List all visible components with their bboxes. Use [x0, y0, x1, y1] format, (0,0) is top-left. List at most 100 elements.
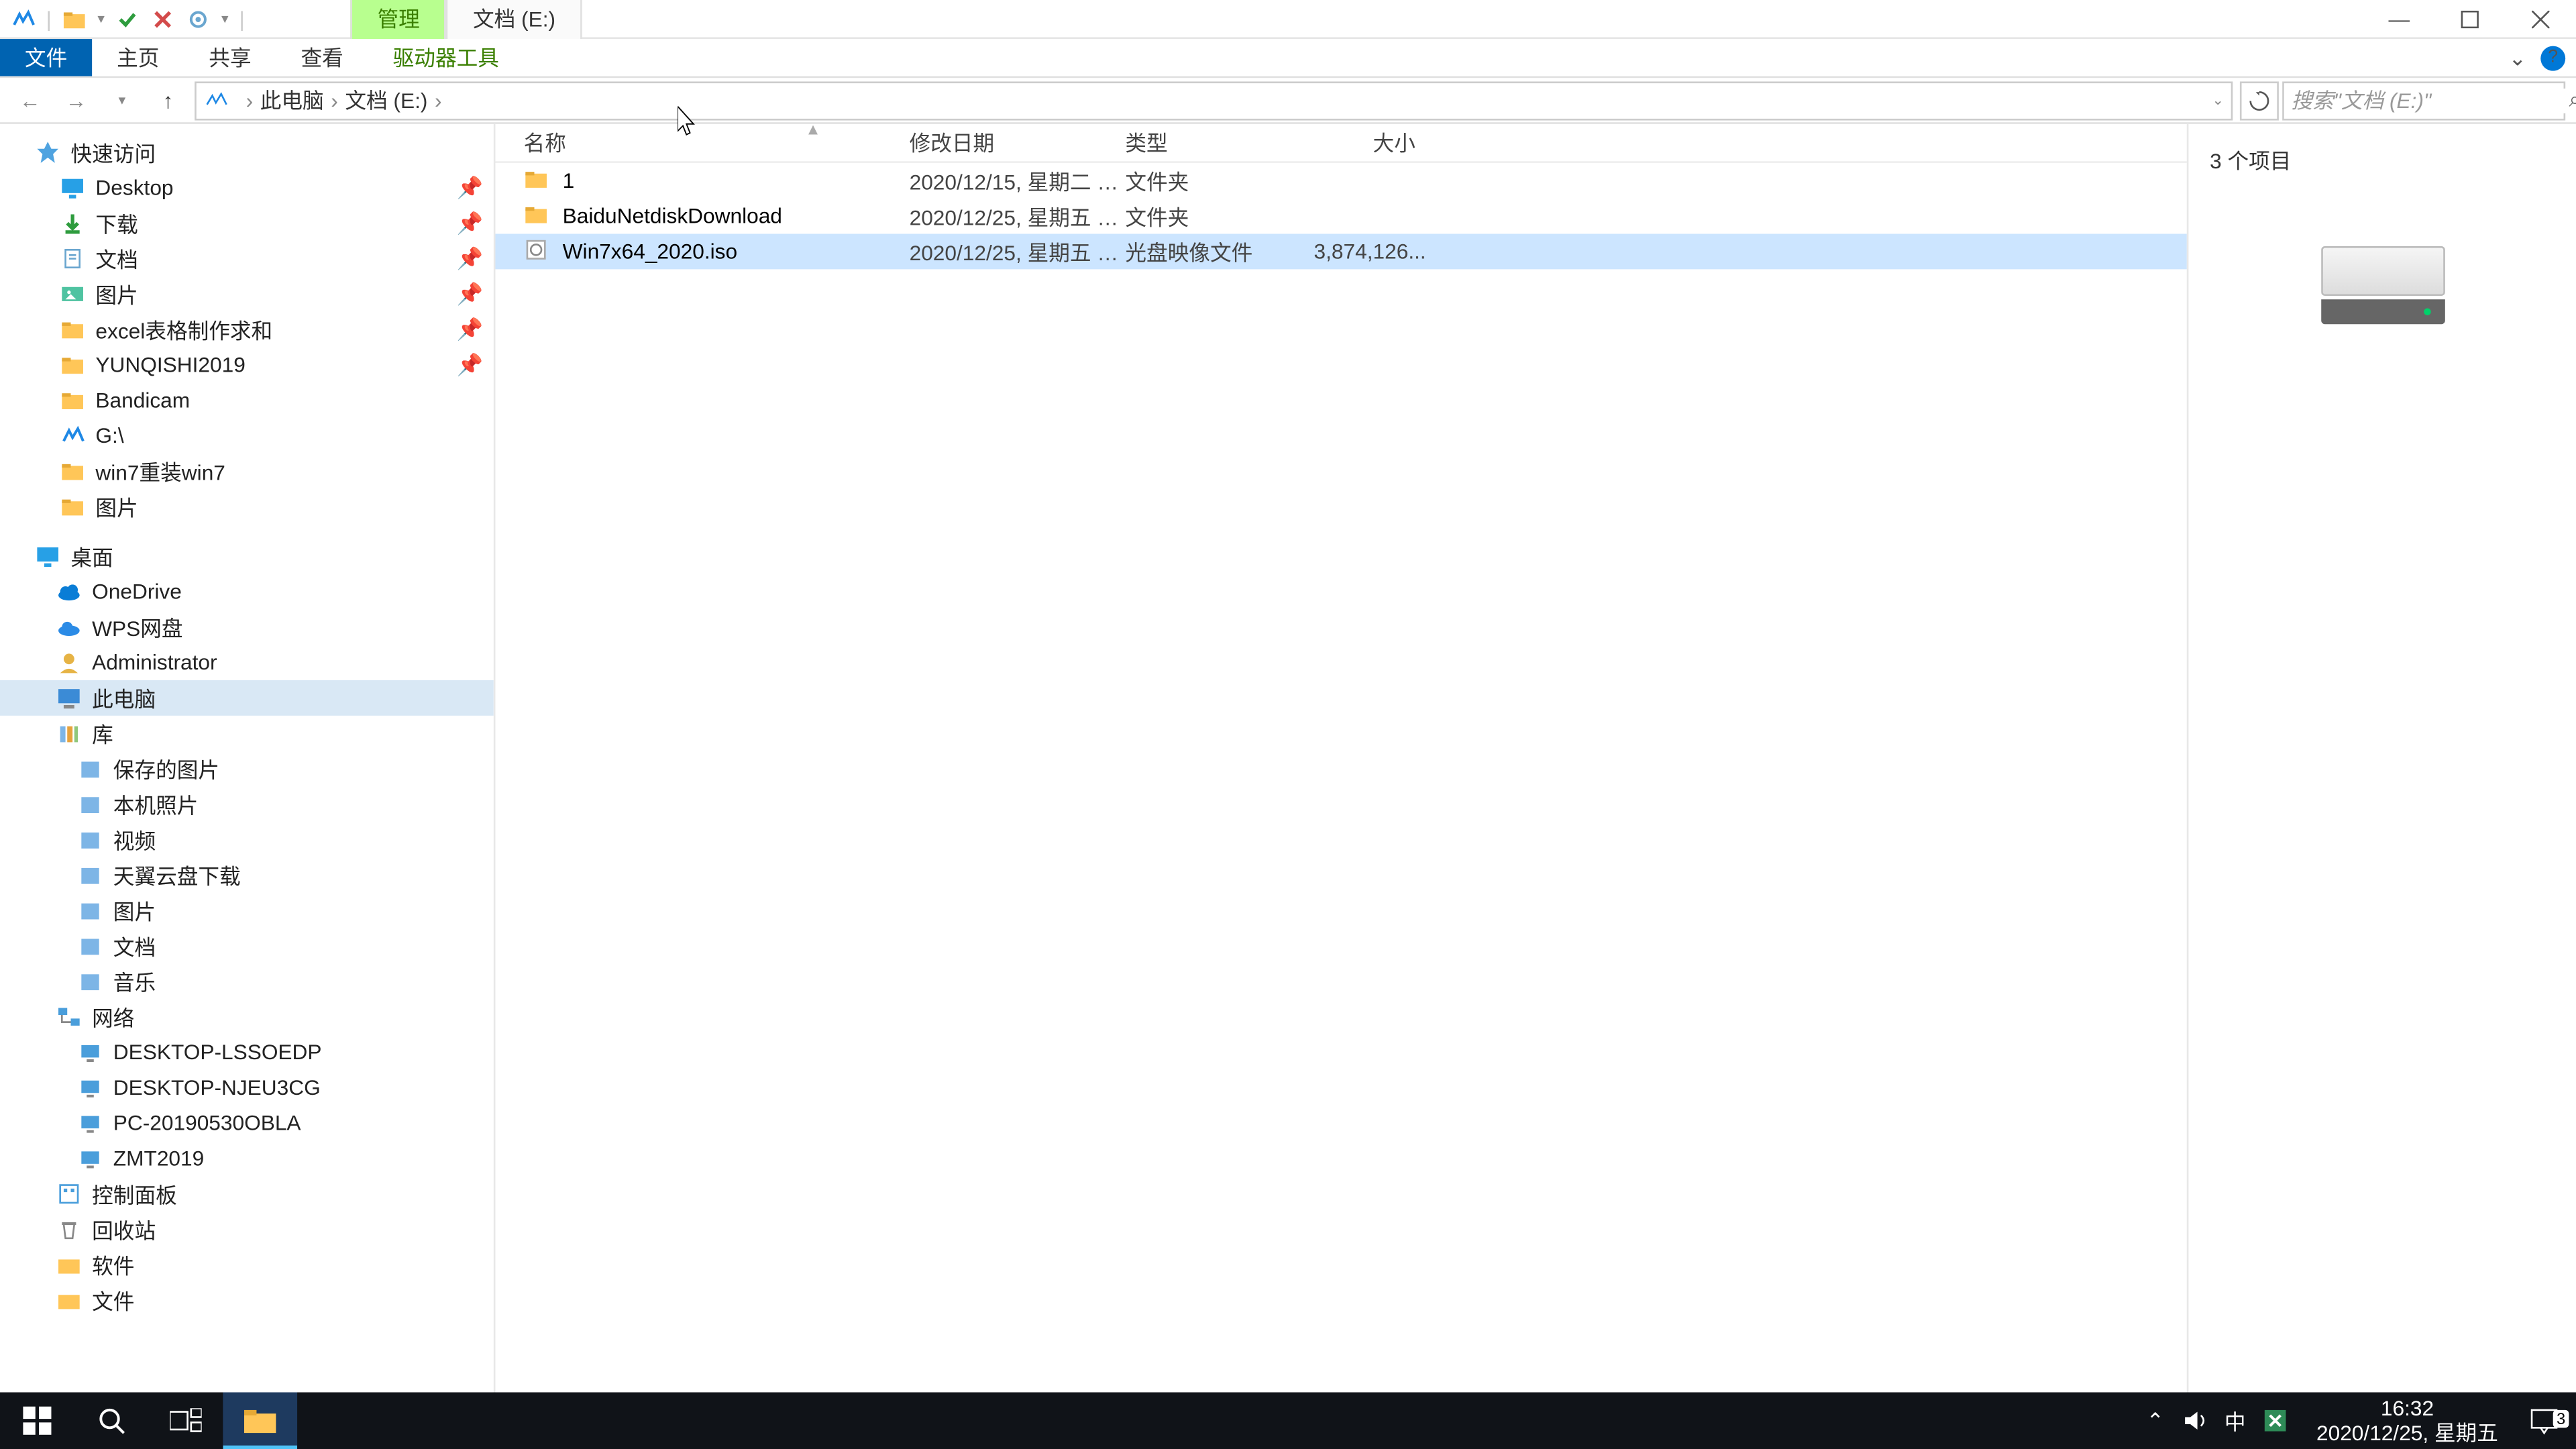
- back-button[interactable]: ←: [11, 80, 50, 119]
- ribbon-tab-file[interactable]: 文件: [0, 39, 92, 76]
- taskbar-clock[interactable]: 16:32 2020/12/25, 星期五: [2302, 1395, 2512, 1446]
- file-row[interactable]: 12020/12/15, 星期二 1...文件夹: [495, 163, 2186, 199]
- tree-onedrive[interactable]: OneDrive: [0, 574, 494, 610]
- taskbar-explorer[interactable]: [223, 1393, 297, 1449]
- recent-dropdown-icon[interactable]: ▾: [103, 80, 142, 119]
- search-icon[interactable]: ⌕: [2569, 87, 2576, 113]
- file-row[interactable]: Win7x64_2020.iso2020/12/25, 星期五 1...光盘映像…: [495, 234, 2186, 270]
- tree-library-item[interactable]: 图片: [0, 893, 494, 928]
- breadcrumb-segment[interactable]: 此电脑: [260, 85, 324, 115]
- ribbon-tab-view[interactable]: 查看: [276, 39, 368, 76]
- column-type[interactable]: 类型: [1125, 127, 1302, 158]
- tree-wps[interactable]: WPS网盘: [0, 609, 494, 645]
- tab-manage[interactable]: 管理: [351, 0, 446, 38]
- minimize-button[interactable]: —: [2364, 0, 2434, 38]
- help-icon[interactable]: ?: [2540, 45, 2565, 70]
- tree-network-item[interactable]: DESKTOP-NJEU3CG: [0, 1070, 494, 1106]
- file-row[interactable]: BaiduNetdiskDownload2020/12/25, 星期五 1...…: [495, 199, 2186, 234]
- network-pc-icon: [78, 1075, 103, 1100]
- tree-software[interactable]: 软件: [0, 1247, 494, 1283]
- qat-dropdown-icon[interactable]: ▾: [97, 11, 105, 27]
- tray-app-icon[interactable]: [2263, 1408, 2288, 1433]
- nav-tree[interactable]: 快速访问 Desktop📌下载📌文档📌图片📌excel表格制作求和📌YUNQIS…: [0, 124, 495, 1410]
- tree-files[interactable]: 文件: [0, 1283, 494, 1318]
- network-icon: [56, 1004, 81, 1029]
- tree-quick-item[interactable]: 图片📌: [0, 276, 494, 312]
- tree-library-item[interactable]: 视频: [0, 822, 494, 857]
- tree-network[interactable]: 网络: [0, 999, 494, 1034]
- tree-quick-item[interactable]: Bandicam: [0, 382, 494, 418]
- tree-desktop[interactable]: 桌面: [0, 539, 494, 574]
- tree-library-item[interactable]: 文档: [0, 928, 494, 964]
- tree-quick-item[interactable]: 图片: [0, 489, 494, 525]
- search-input[interactable]: [2291, 88, 2569, 113]
- pin-icon: 📌: [457, 282, 483, 307]
- tree-recycle-bin[interactable]: 回收站: [0, 1212, 494, 1247]
- tree-control-panel[interactable]: 控制面板: [0, 1176, 494, 1212]
- column-size[interactable]: 大小: [1302, 127, 1426, 158]
- folder-icon: [524, 202, 552, 230]
- ime-indicator[interactable]: 中: [2224, 1405, 2246, 1436]
- file-list[interactable]: 名称▲ 修改日期 类型 大小 12020/12/15, 星期二 1...文件夹B…: [495, 124, 2186, 1410]
- tree-library-item[interactable]: 保存的图片: [0, 751, 494, 787]
- tree-network-item[interactable]: ZMT2019: [0, 1141, 494, 1177]
- preview-title: 3 个项目: [2210, 146, 2291, 176]
- ribbon-tab-drive-tools[interactable]: 驱动器工具: [368, 39, 524, 76]
- tree-network-item[interactable]: PC-20190530OBLA: [0, 1106, 494, 1141]
- tree-network-item[interactable]: DESKTOP-LSSOEDP: [0, 1034, 494, 1070]
- up-button[interactable]: ↑: [149, 80, 188, 119]
- tree-label: 天翼云盘下载: [113, 860, 241, 890]
- checkmark-icon[interactable]: [115, 6, 140, 31]
- tree-quick-item[interactable]: excel表格制作求和📌: [0, 312, 494, 347]
- column-date[interactable]: 修改日期: [910, 127, 1126, 158]
- column-name[interactable]: 名称▲: [524, 127, 910, 158]
- breadcrumb-dropdown-icon[interactable]: ⌄: [2212, 92, 2224, 108]
- tree-quick-item[interactable]: Desktop📌: [0, 170, 494, 205]
- gear-icon[interactable]: [186, 6, 211, 31]
- tree-label: DESKTOP-NJEU3CG: [113, 1075, 321, 1100]
- tree-quick-item[interactable]: G:\: [0, 418, 494, 453]
- refresh-button[interactable]: [2240, 80, 2279, 119]
- ribbon-tab-home[interactable]: 主页: [92, 39, 184, 76]
- close-x-icon[interactable]: [151, 6, 176, 31]
- tray-chevron-icon[interactable]: ⌃: [2147, 1408, 2165, 1433]
- ribbon-tab-share[interactable]: 共享: [184, 39, 276, 76]
- chevron-right-icon[interactable]: ›: [331, 88, 338, 113]
- tree-library-item[interactable]: 音乐: [0, 963, 494, 999]
- chevron-right-icon[interactable]: ›: [435, 88, 442, 113]
- folder-icon[interactable]: [62, 6, 87, 31]
- maximize-button[interactable]: [2434, 0, 2505, 38]
- ribbon-collapse-icon[interactable]: ⌄: [2509, 45, 2527, 70]
- tree-quick-item[interactable]: 下载📌: [0, 205, 494, 241]
- tree-user[interactable]: Administrator: [0, 645, 494, 680]
- action-center-button[interactable]: 3: [2512, 1407, 2576, 1435]
- tree-label: 软件: [92, 1250, 134, 1280]
- tree-this-pc[interactable]: 此电脑: [0, 680, 494, 716]
- library-item-icon: [78, 827, 103, 852]
- volume-icon[interactable]: [2182, 1408, 2207, 1433]
- breadcrumb-segment[interactable]: 文档 (E:): [345, 85, 427, 115]
- tree-quick-item[interactable]: 文档📌: [0, 241, 494, 276]
- search-box[interactable]: ⌕: [2282, 80, 2565, 119]
- star-icon: [36, 140, 60, 165]
- breadcrumb[interactable]: › 此电脑 › 文档 (E:) › ⌄: [195, 80, 2233, 119]
- tree-label: OneDrive: [92, 579, 182, 604]
- chevron-right-icon[interactable]: ›: [246, 88, 254, 113]
- tree-library[interactable]: 库: [0, 716, 494, 751]
- tree-quick-item[interactable]: YUNQISHI2019📌: [0, 347, 494, 383]
- tree-label: 此电脑: [92, 683, 156, 713]
- tree-library-item[interactable]: 天翼云盘下载: [0, 857, 494, 893]
- search-button[interactable]: [74, 1393, 149, 1449]
- column-headers[interactable]: 名称▲ 修改日期 类型 大小: [495, 124, 2186, 163]
- tree-quick-access[interactable]: 快速访问: [0, 135, 494, 170]
- tree-library-item[interactable]: 本机照片: [0, 786, 494, 822]
- close-button[interactable]: [2506, 0, 2576, 38]
- forward-button[interactable]: →: [56, 80, 95, 119]
- task-view-button[interactable]: [149, 1393, 223, 1449]
- start-button[interactable]: [0, 1393, 74, 1449]
- network-pc-icon: [78, 1111, 103, 1136]
- taskbar[interactable]: ⌃ 中 16:32 2020/12/25, 星期五 3: [0, 1393, 2576, 1449]
- qat-dropdown2-icon[interactable]: ▾: [221, 11, 229, 27]
- system-tray[interactable]: ⌃ 中: [2133, 1405, 2302, 1436]
- tree-quick-item[interactable]: win7重装win7: [0, 453, 494, 489]
